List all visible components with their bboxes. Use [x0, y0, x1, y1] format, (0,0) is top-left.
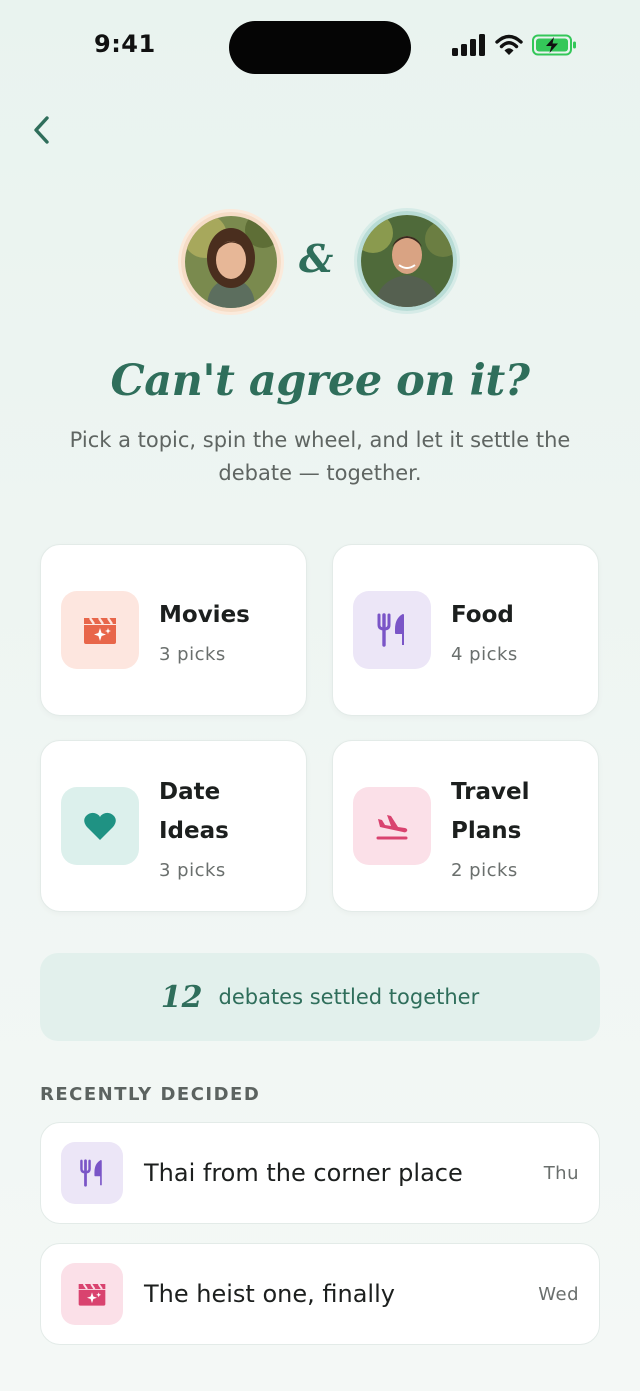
recent-item-day: Wed — [538, 1283, 579, 1305]
recent-item[interactable]: Thai from the corner place Thu — [40, 1122, 600, 1224]
chevron-left-icon — [34, 116, 49, 144]
partner-avatar-1 — [181, 212, 281, 312]
recent-item-title: Thai from the corner place — [144, 1159, 463, 1187]
category-picks: 2 picks — [451, 860, 518, 881]
debates-settled-banner: 12 debates settled together — [40, 953, 600, 1041]
recent-icon-box — [61, 1263, 123, 1325]
fork-knife-icon — [377, 613, 404, 647]
category-title: Movies — [159, 602, 250, 628]
partner-avatar-2 — [357, 211, 457, 311]
page-title: Can't agree on it? — [110, 356, 530, 406]
category-card-food[interactable]: Food 4 picks — [332, 544, 599, 716]
category-icon-box — [61, 591, 139, 669]
debates-label: debates settled together — [218, 985, 480, 1009]
category-title-line-2: Ideas — [159, 818, 229, 844]
category-icon-box — [61, 787, 139, 865]
category-title-line-1: Date — [159, 779, 221, 805]
cellular-signal-icon — [452, 34, 485, 56]
recent-item-title: The heist one, finally — [144, 1280, 395, 1308]
page-subtitle: Pick a topic, spin the wheel, and let it… — [69, 428, 571, 485]
category-icon-box — [353, 787, 431, 865]
section-label-recent: RECENTLY DECIDED — [40, 1084, 261, 1105]
airplane-landing-icon — [376, 815, 408, 840]
category-icon-box — [353, 591, 431, 669]
wifi-icon — [495, 34, 523, 55]
category-title: Food — [451, 602, 514, 628]
recent-item[interactable]: The heist one, finally Wed — [40, 1243, 600, 1345]
recent-icon-box — [61, 1142, 123, 1204]
battery-charging-icon — [532, 34, 576, 56]
debates-count: 12 — [160, 979, 203, 1015]
category-card-movies[interactable]: Movies 3 picks — [40, 544, 307, 716]
category-picks: 4 picks — [451, 644, 518, 665]
recent-item-day: Thu — [543, 1162, 579, 1184]
woman-portrait-avatar — [185, 216, 277, 308]
clapperboard-sparkle-icon — [78, 1283, 106, 1306]
heart-icon — [84, 812, 116, 840]
fork-knife-icon — [80, 1159, 102, 1187]
status-icons — [452, 34, 578, 56]
category-title-line-1: Travel — [451, 779, 530, 805]
man-portrait-avatar — [361, 215, 453, 307]
category-card-travel-plans[interactable]: Travel Plans 2 picks — [332, 740, 599, 912]
category-picks: 3 picks — [159, 644, 226, 665]
clapperboard-sparkle-icon — [84, 617, 116, 644]
ampersand: & — [299, 236, 334, 281]
dynamic-island — [229, 21, 411, 74]
status-time: 9:41 — [94, 30, 156, 58]
back-button[interactable] — [24, 112, 60, 148]
category-card-date-ideas[interactable]: Date Ideas 3 picks — [40, 740, 307, 912]
category-title-line-2: Plans — [451, 818, 522, 844]
screen: 9:41 & Can't agree on it? Pick a topic, … — [0, 0, 640, 1391]
category-picks: 3 picks — [159, 860, 226, 881]
